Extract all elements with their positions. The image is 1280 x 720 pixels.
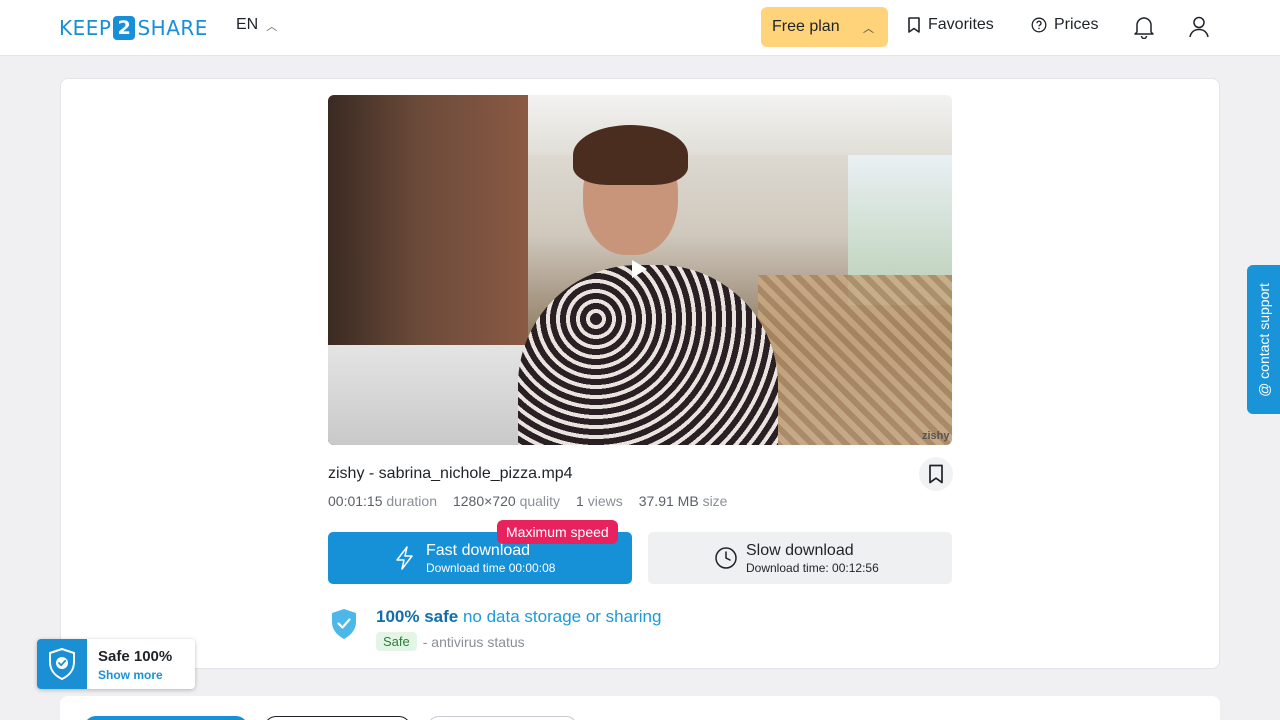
prices-link[interactable]: Prices <box>1031 16 1098 34</box>
bell-icon <box>1134 17 1154 39</box>
logo[interactable]: KEEP 2 SHARE <box>59 14 208 42</box>
account-button[interactable] <box>1186 14 1212 40</box>
logo-mark: 2 <box>113 16 136 40</box>
safe-widget-shield <box>37 639 87 689</box>
file-meta: 00:01:15 duration 1280×720 quality 1 vie… <box>328 493 727 509</box>
show-more-link[interactable]: Show more <box>98 668 163 682</box>
antivirus-status-label: - antivirus status <box>422 633 525 650</box>
safe-widget-title: Safe 100% <box>98 648 173 665</box>
fast-download-label: Fast download <box>426 542 531 559</box>
fast-download-time: Download time 00:00:08 <box>426 561 556 575</box>
quality-value: 1280×720 <box>452 493 516 509</box>
quality-label: quality <box>519 493 561 509</box>
meta-duration: 00:01:15 duration <box>328 493 437 509</box>
language-selector[interactable]: EN ︿ <box>236 16 277 34</box>
antivirus-status: Safe - antivirus status <box>376 632 525 651</box>
favorites-link[interactable]: Favorites <box>907 16 994 34</box>
contact-support-label: @ contact support <box>1255 282 1272 397</box>
tab-primary[interactable] <box>84 716 248 720</box>
slow-download-label: Slow download <box>746 542 854 559</box>
safety-statement: 100% safe no data storage or sharing <box>376 607 661 627</box>
user-icon <box>1189 16 1209 38</box>
logo-text-left: KEEP <box>59 16 112 40</box>
logo-text-right: SHARE <box>137 16 208 40</box>
safe-tag: Safe <box>376 632 417 651</box>
bookmark-icon <box>929 464 943 484</box>
bookmark-icon <box>908 17 920 33</box>
chevron-up-icon: ︿ <box>266 21 278 33</box>
slow-download-button[interactable]: Slow download Download time: 00:12:56 <box>648 532 952 584</box>
shield-check-icon <box>330 608 358 645</box>
free-plan-button[interactable]: Free plan ︿ <box>761 7 888 47</box>
size-label: size <box>702 493 728 509</box>
safety-light: no data storage or sharing <box>462 607 662 626</box>
tab-tertiary[interactable] <box>427 716 578 720</box>
maximum-speed-badge: Maximum speed <box>497 520 618 544</box>
duration-value: 00:01:15 <box>328 493 383 509</box>
clock-icon <box>715 547 737 569</box>
chevron-up-icon: ︿ <box>863 23 874 35</box>
duration-label: duration <box>386 493 437 509</box>
size-value: 37.91 MB <box>638 493 699 509</box>
help-circle-icon <box>1031 17 1047 33</box>
lightning-icon <box>396 546 413 570</box>
file-title: zishy - sabrina_nichole_pizza.mp4 <box>328 465 573 482</box>
top-header: KEEP 2 SHARE EN ︿ Free plan ︿ Favorites Pr… <box>0 0 1280 56</box>
shield-check-icon <box>49 647 75 681</box>
prices-label: Prices <box>1054 16 1099 33</box>
meta-size: 37.91 MB size <box>639 493 728 509</box>
favorites-label: Favorites <box>928 16 994 33</box>
meta-quality: 1280×720 quality <box>453 493 560 509</box>
safety-strong: 100% safe <box>376 607 459 626</box>
meta-views: 1 views <box>576 493 623 509</box>
safe-widget[interactable]: Safe 100% Show more <box>37 639 195 689</box>
tab-secondary[interactable] <box>264 716 411 720</box>
video-watermark: zishy <box>922 430 950 442</box>
language-label: EN <box>236 16 259 33</box>
add-favorite-button[interactable] <box>919 457 953 491</box>
views-label: views <box>587 493 623 509</box>
contact-support-tab[interactable]: @ contact support <box>1247 265 1280 414</box>
views-value: 1 <box>576 493 584 509</box>
video-scene-hair <box>573 125 688 185</box>
notifications-button[interactable] <box>1131 14 1157 40</box>
play-icon[interactable] <box>632 260 647 278</box>
video-scene-person <box>518 125 778 445</box>
plan-label: Free plan <box>772 18 840 35</box>
video-scene-body <box>518 265 778 445</box>
video-scene-chairs <box>758 275 952 445</box>
slow-download-time: Download time: 00:12:56 <box>746 561 879 575</box>
